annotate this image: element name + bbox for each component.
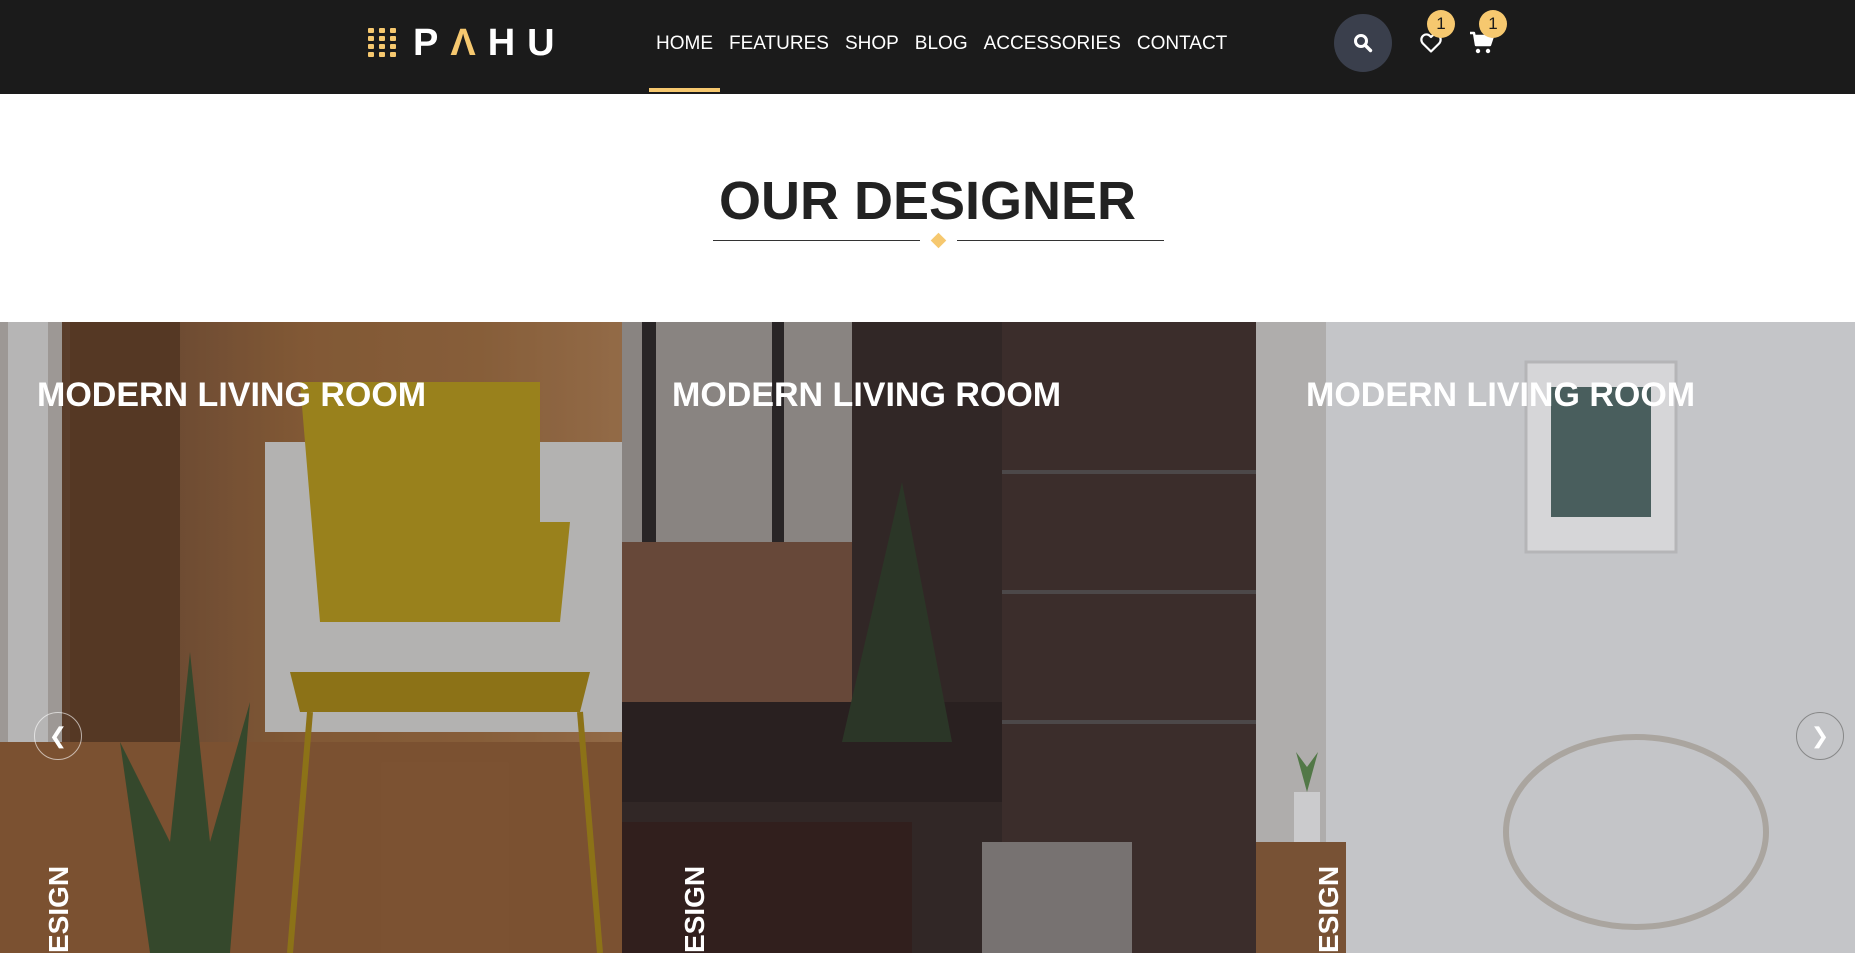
card-overlay [1256,322,1855,953]
nav-item-home[interactable]: HOME [649,30,720,92]
logo-letters-hu: HU [487,22,567,64]
card-vertical-label: ESIGN [43,865,74,953]
nav-item-accessories[interactable]: ACCESSORIES [984,30,1121,58]
designer-card[interactable]: MODERN LIVING ROOM ESIGN [622,322,1256,953]
logo-letter-accent: Λ [450,22,488,64]
card-overlay [0,322,622,953]
main-nav: HOME FEATURES SHOP BLOG ACCESSORIES CONT… [649,30,1243,92]
logo-text: P Λ HU [413,22,567,64]
nav-item-features[interactable]: FEATURES [729,30,829,58]
nav-item-shop[interactable]: SHOP [845,30,899,58]
logo-dots-icon [368,27,400,59]
logo[interactable]: P Λ HU [368,22,567,64]
cart-count-badge: 1 [1479,10,1507,38]
card-overlay [622,322,1256,953]
logo-letter-p: P [413,22,451,64]
title-divider-left [713,240,920,241]
card-title: MODERN LIVING ROOM [1306,376,1696,414]
card-vertical-label: ESIGN [1313,865,1344,953]
nav-item-contact[interactable]: CONTACT [1137,30,1227,58]
carousel-prev-button[interactable]: ❮ [34,712,82,760]
site-header: P Λ HU HOME FEATURES SHOP BLOG ACCESSORI… [0,0,1855,94]
card-vertical-label: ESIGN [679,865,710,953]
designer-card[interactable]: MODERN LIVING ROOM ESIGN [1256,322,1855,953]
carousel-next-button[interactable]: ❯ [1796,712,1844,760]
card-title: MODERN LIVING ROOM [37,376,427,414]
designer-card[interactable]: MODERN LIVING ROOM ESIGN [0,322,622,953]
nav-item-blog[interactable]: BLOG [915,30,968,58]
search-icon [1354,34,1373,53]
wishlist-count-badge: 1 [1427,10,1455,38]
section-title: OUR DESIGNER [718,171,1137,231]
search-button[interactable] [1334,14,1392,72]
designer-carousel: MODERN LIVING ROOM ESIGN MODERN LIVING R… [0,322,1855,953]
card-title: MODERN LIVING ROOM [672,376,1062,414]
title-divider-right [957,240,1164,241]
